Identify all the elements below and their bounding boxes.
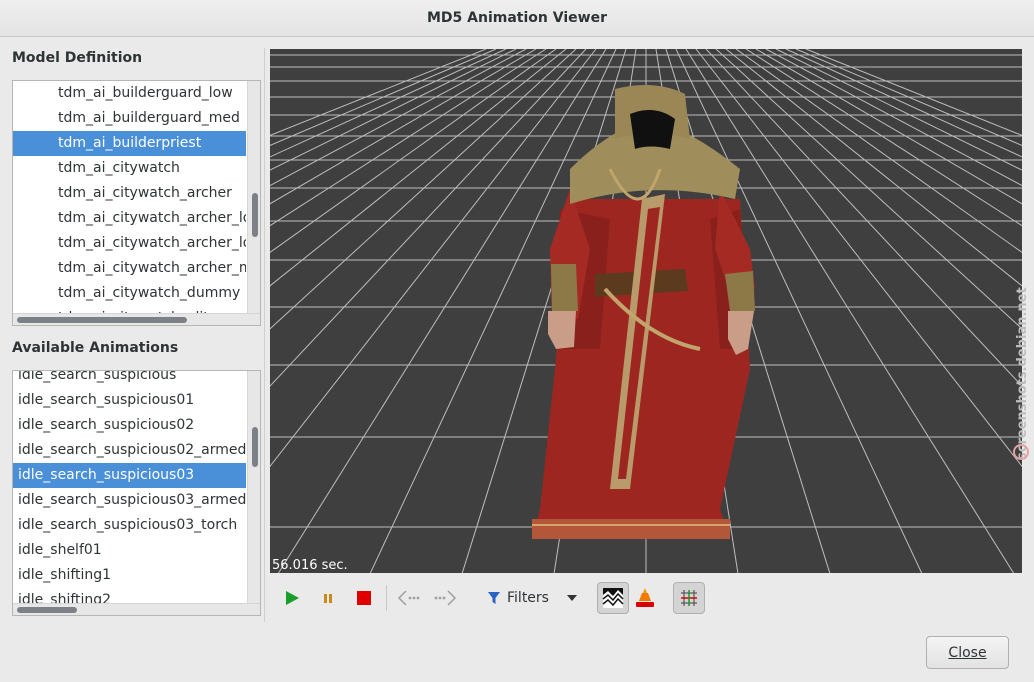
list-item[interactable]: tdm_ai_builderguard_med — [13, 106, 246, 131]
model-list-hscroll-thumb[interactable] — [17, 317, 187, 323]
list-item-label: idle_search_suspicious02_armed — [18, 442, 246, 458]
list-item[interactable]: idle_shelf01 — [13, 538, 246, 563]
playback-toolbar: Filters — [270, 578, 1022, 618]
watermark-text: screenshots.debian.net — [1015, 287, 1030, 460]
funnel-icon — [488, 592, 500, 604]
step-forward-button[interactable] — [429, 582, 461, 614]
list-item-label: tdm_ai_citywatch_archer — [58, 185, 232, 201]
close-button[interactable]: Close — [926, 636, 1009, 669]
list-item-label: tdm_ai_citywatch — [58, 160, 180, 176]
list-item-label: tdm_ai_builderguard_low — [58, 85, 233, 101]
available-animations-label: Available Animations — [12, 340, 179, 356]
list-item[interactable]: idle_search_suspicious02 — [13, 413, 246, 438]
list-item-label: tdm_ai_citywatch_archer_lo — [58, 210, 246, 226]
list-item-label: idle_search_suspicious — [18, 370, 177, 383]
model-list-vscrollbar[interactable] — [247, 81, 260, 313]
model-list-hscrollbar[interactable] — [13, 313, 260, 325]
list-item-label: tdm_ai_citywatch_dummy — [58, 285, 241, 301]
list-item-label: idle_shifting1 — [18, 567, 112, 583]
list-item[interactable]: idle_search_suspicious03_torch — [13, 513, 246, 538]
animation-list-vscroll-thumb[interactable] — [252, 427, 258, 467]
list-item[interactable]: idle_search_suspicious — [13, 370, 246, 388]
list-item[interactable]: tdm_ai_citywatch — [13, 156, 246, 181]
list-item-label: idle_search_suspicious03 — [18, 467, 195, 483]
available-animations-list[interactable]: idle_search_suspicious idle_search_suspic… — [12, 370, 261, 616]
list-item-label: tdm_ai_citywatch_archer_lo — [58, 235, 246, 251]
model-list-vscroll-thumb[interactable] — [252, 193, 258, 237]
model-definition-label: Model Definition — [12, 50, 143, 66]
step-forward-icon — [434, 590, 457, 606]
list-item[interactable]: tdm_ai_builderpriest — [13, 131, 246, 156]
chevron-down-icon — [566, 595, 577, 601]
pane-separator[interactable] — [264, 48, 265, 622]
play-icon — [286, 591, 299, 605]
list-item-label: idle_shelf01 — [18, 542, 102, 558]
title-bar: MD5 Animation Viewer — [0, 0, 1034, 37]
animation-list-hscroll-thumb[interactable] — [17, 607, 77, 613]
animation-list-vscrollbar[interactable] — [247, 371, 260, 603]
list-item[interactable]: tdm_ai_citywatch_archer_lo — [13, 206, 246, 231]
list-item-label: idle_search_suspicious01 — [18, 392, 195, 408]
list-item-label: idle_search_suspicious03_armed — [18, 492, 246, 508]
step-back-icon — [397, 590, 420, 606]
list-item-label: idle_search_suspicious03_torch — [18, 517, 238, 533]
list-item[interactable]: idle_search_suspicious03 — [13, 463, 246, 488]
character-model — [532, 85, 755, 539]
grid-toggle[interactable] — [672, 582, 705, 614]
list-item-label: tdm_ai_builderguard_med — [58, 110, 240, 126]
filters-label: Filters — [507, 590, 549, 606]
toolbar-separator — [386, 585, 387, 611]
grid-icon — [680, 590, 697, 606]
list-item[interactable]: tdm_ai_citywatch_archer — [13, 181, 246, 206]
list-item[interactable]: idle_search_suspicious03_armed — [13, 488, 246, 513]
list-item[interactable]: tdm_ai_citywatch_archer_m — [13, 256, 246, 281]
stop-icon — [357, 591, 371, 605]
list-item-label: idle_search_suspicious02 — [18, 417, 195, 433]
wireframe-icon — [602, 588, 624, 608]
pause-icon — [324, 594, 332, 603]
list-item[interactable]: tdm_ai_citywatch_dummy — [13, 281, 246, 306]
watermark: screenshots.debian.net — [1013, 287, 1030, 460]
lighting-icon — [635, 588, 654, 607]
list-item-label: tdm_ai_builderpriest — [58, 135, 202, 151]
step-back-button[interactable] — [393, 582, 425, 614]
list-item-label: tdm_ai_citywatch_archer_m — [58, 260, 246, 276]
render-viewport[interactable]: 56.016 sec. — [270, 49, 1022, 573]
lighting-toggle[interactable] — [629, 582, 661, 614]
play-button[interactable] — [276, 582, 308, 614]
stop-button[interactable] — [348, 582, 380, 614]
list-item[interactable]: tdm_ai_citywatch_archer_lo — [13, 231, 246, 256]
wireframe-toggle[interactable] — [596, 582, 629, 614]
list-item[interactable]: idle_search_suspicious02_armed — [13, 438, 246, 463]
pause-button[interactable] — [312, 582, 344, 614]
model-definition-list[interactable]: tdm_ai_builderguard_low tdm_ai_buildergua… — [12, 80, 261, 326]
list-item[interactable]: idle_search_suspicious01 — [13, 388, 246, 413]
filters-dropdown[interactable]: Filters — [479, 582, 589, 614]
list-item[interactable]: tdm_ai_builderguard_low — [13, 81, 246, 106]
close-button-label: Close — [948, 644, 987, 661]
window-title: MD5 Animation Viewer — [427, 10, 607, 26]
list-item[interactable]: idle_shifting1 — [13, 563, 246, 588]
time-readout: 56.016 sec. — [272, 558, 348, 573]
animation-list-hscrollbar[interactable] — [13, 603, 260, 615]
